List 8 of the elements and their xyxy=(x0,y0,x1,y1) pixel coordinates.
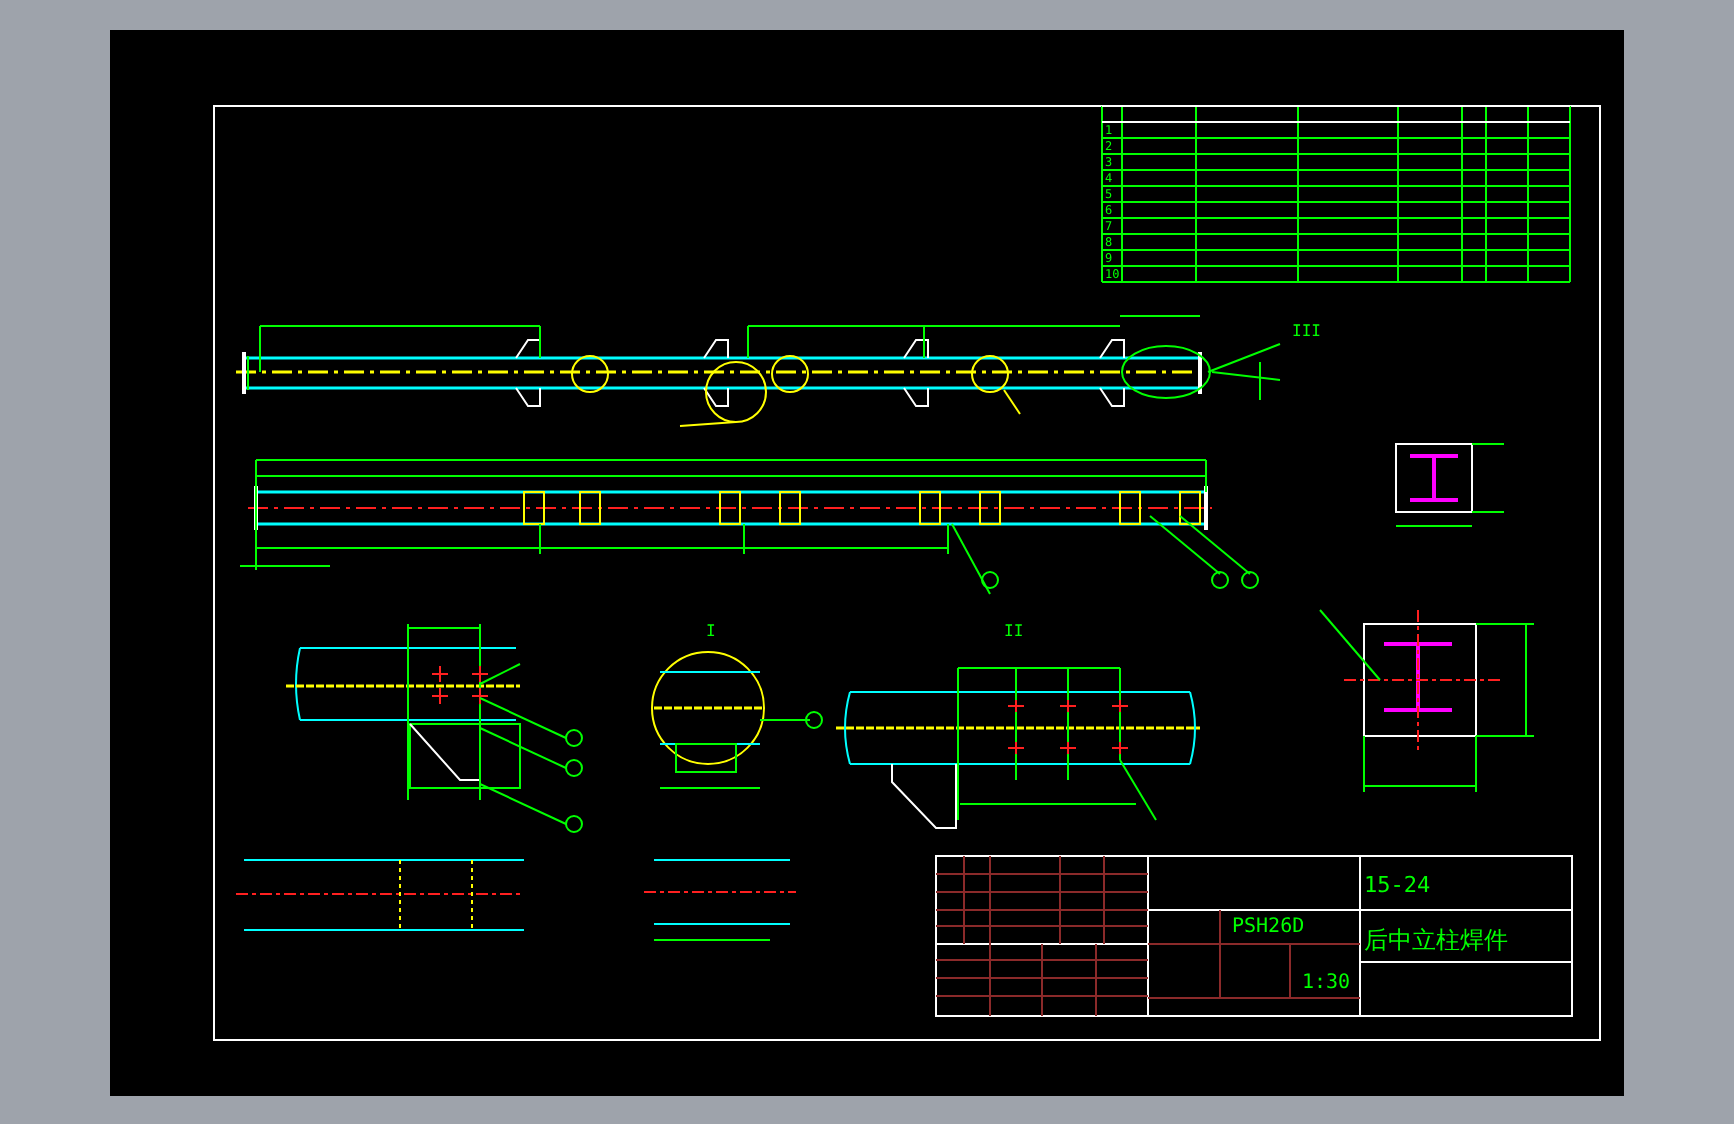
drawing-number: 15-24 xyxy=(1364,872,1431,898)
view-label: III xyxy=(1292,322,1321,340)
view-label: II xyxy=(1004,622,1024,640)
view-label: I xyxy=(706,622,716,640)
part-name: 后中立柱焊件 xyxy=(1364,926,1508,954)
section-drawing xyxy=(1395,443,1505,527)
model-code: PSH26D xyxy=(1232,916,1305,938)
scale-value: 1:30 xyxy=(1302,972,1351,994)
